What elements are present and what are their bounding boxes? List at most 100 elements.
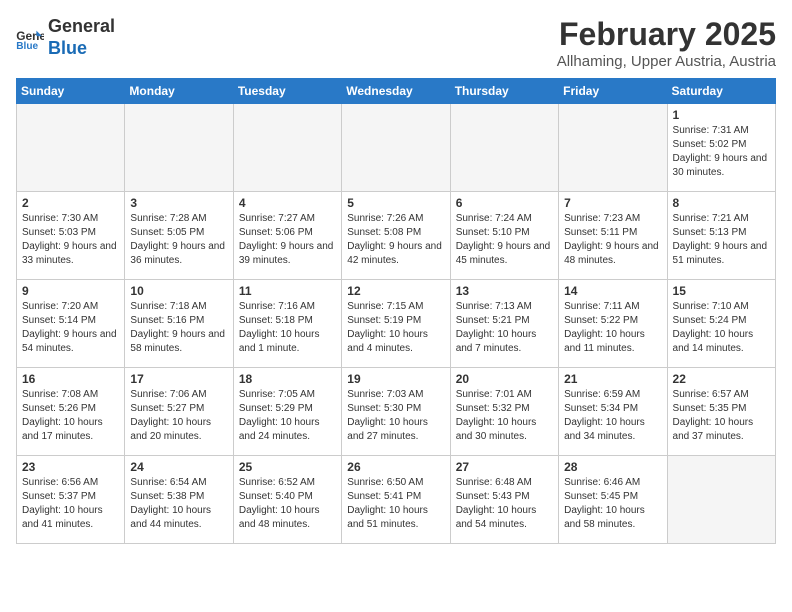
calendar-day-cell: 8 Sunrise: 7:21 AM Sunset: 5:13 PM Daylig… <box>667 192 775 280</box>
calendar-day-cell: 11 Sunrise: 7:16 AM Sunset: 5:18 PM Dayli… <box>233 280 341 368</box>
calendar-day-cell <box>667 456 775 544</box>
day-number: 5 <box>347 196 444 210</box>
day-info: Sunrise: 7:03 AM Sunset: 5:30 PM Dayligh… <box>347 388 444 444</box>
day-info: Sunrise: 7:15 AM Sunset: 5:19 PM Dayligh… <box>347 300 444 356</box>
day-number: 20 <box>456 372 553 386</box>
day-info: Sunrise: 6:50 AM Sunset: 5:41 PM Dayligh… <box>347 476 444 532</box>
day-info: Sunrise: 7:31 AM Sunset: 5:02 PM Dayligh… <box>673 124 770 180</box>
day-number: 6 <box>456 196 553 210</box>
day-number: 4 <box>239 196 336 210</box>
calendar-week-row: 1Sunrise: 7:31 AM Sunset: 5:02 PM Daylig… <box>17 104 776 192</box>
calendar-day-cell <box>559 104 667 192</box>
calendar-day-cell: 9 Sunrise: 7:20 AM Sunset: 5:14 PM Daylig… <box>17 280 125 368</box>
day-number: 14 <box>564 284 661 298</box>
day-info: Sunrise: 7:10 AM Sunset: 5:24 PM Dayligh… <box>673 300 770 356</box>
location-title: Allhaming, Upper Austria, Austria <box>557 53 776 70</box>
calendar-day-cell <box>450 104 558 192</box>
calendar-day-cell: 6 Sunrise: 7:24 AM Sunset: 5:10 PM Daylig… <box>450 192 558 280</box>
day-info: Sunrise: 7:23 AM Sunset: 5:11 PM Dayligh… <box>564 212 661 268</box>
day-info: Sunrise: 7:28 AM Sunset: 5:05 PM Dayligh… <box>130 212 227 268</box>
day-number: 11 <box>239 284 336 298</box>
day-info: Sunrise: 6:57 AM Sunset: 5:35 PM Dayligh… <box>673 388 770 444</box>
weekday-header: Wednesday <box>342 79 450 104</box>
day-info: Sunrise: 7:01 AM Sunset: 5:32 PM Dayligh… <box>456 388 553 444</box>
calendar-day-cell: 24 Sunrise: 6:54 AM Sunset: 5:38 PM Dayli… <box>125 456 233 544</box>
day-number: 7 <box>564 196 661 210</box>
day-info: Sunrise: 6:59 AM Sunset: 5:34 PM Dayligh… <box>564 388 661 444</box>
day-info: Sunrise: 7:06 AM Sunset: 5:27 PM Dayligh… <box>130 388 227 444</box>
day-number: 17 <box>130 372 227 386</box>
calendar-day-cell: 19 Sunrise: 7:03 AM Sunset: 5:30 PM Dayli… <box>342 368 450 456</box>
calendar-day-cell: 21 Sunrise: 6:59 AM Sunset: 5:34 PM Dayli… <box>559 368 667 456</box>
calendar-day-cell: 20 Sunrise: 7:01 AM Sunset: 5:32 PM Dayli… <box>450 368 558 456</box>
day-number: 19 <box>347 372 444 386</box>
day-number: 18 <box>239 372 336 386</box>
day-info: Sunrise: 7:24 AM Sunset: 5:10 PM Dayligh… <box>456 212 553 268</box>
day-number: 28 <box>564 460 661 474</box>
calendar-week-row: 2 Sunrise: 7:30 AM Sunset: 5:03 PM Daylig… <box>17 192 776 280</box>
calendar-day-cell: 5Sunrise: 7:26 AM Sunset: 5:08 PM Daylig… <box>342 192 450 280</box>
day-info: Sunrise: 7:13 AM Sunset: 5:21 PM Dayligh… <box>456 300 553 356</box>
day-info: Sunrise: 6:56 AM Sunset: 5:37 PM Dayligh… <box>22 476 119 532</box>
day-number: 16 <box>22 372 119 386</box>
calendar-day-cell: 14 Sunrise: 7:11 AM Sunset: 5:22 PM Dayli… <box>559 280 667 368</box>
logo-general: General <box>48 16 115 38</box>
calendar-day-cell: 16Sunrise: 7:08 AM Sunset: 5:26 PM Dayli… <box>17 368 125 456</box>
day-info: Sunrise: 6:54 AM Sunset: 5:38 PM Dayligh… <box>130 476 227 532</box>
page-header: General Blue General Blue February 2025 … <box>16 16 776 70</box>
logo: General Blue General Blue <box>16 16 115 59</box>
day-number: 21 <box>564 372 661 386</box>
calendar-day-cell: 23 Sunrise: 6:56 AM Sunset: 5:37 PM Dayli… <box>17 456 125 544</box>
logo-blue: Blue <box>48 38 115 60</box>
weekday-header: Thursday <box>450 79 558 104</box>
day-info: Sunrise: 6:48 AM Sunset: 5:43 PM Dayligh… <box>456 476 553 532</box>
title-block: February 2025 Allhaming, Upper Austria, … <box>557 16 776 70</box>
calendar-day-cell: 17 Sunrise: 7:06 AM Sunset: 5:27 PM Dayli… <box>125 368 233 456</box>
calendar-day-cell: 10 Sunrise: 7:18 AM Sunset: 5:16 PM Dayli… <box>125 280 233 368</box>
day-number: 25 <box>239 460 336 474</box>
day-info: Sunrise: 7:27 AM Sunset: 5:06 PM Dayligh… <box>239 212 336 268</box>
day-info: Sunrise: 7:20 AM Sunset: 5:14 PM Dayligh… <box>22 300 119 356</box>
day-info: Sunrise: 7:21 AM Sunset: 5:13 PM Dayligh… <box>673 212 770 268</box>
day-info: Sunrise: 6:52 AM Sunset: 5:40 PM Dayligh… <box>239 476 336 532</box>
calendar-day-cell: 28 Sunrise: 6:46 AM Sunset: 5:45 PM Dayli… <box>559 456 667 544</box>
day-number: 22 <box>673 372 770 386</box>
svg-text:Blue: Blue <box>16 41 38 49</box>
day-number: 10 <box>130 284 227 298</box>
calendar-day-cell: 2 Sunrise: 7:30 AM Sunset: 5:03 PM Daylig… <box>17 192 125 280</box>
day-number: 13 <box>456 284 553 298</box>
day-number: 27 <box>456 460 553 474</box>
logo-icon: General Blue <box>16 27 44 49</box>
calendar-day-cell <box>17 104 125 192</box>
calendar-day-cell: 4 Sunrise: 7:27 AM Sunset: 5:06 PM Daylig… <box>233 192 341 280</box>
day-number: 8 <box>673 196 770 210</box>
weekday-header-row: SundayMondayTuesdayWednesdayThursdayFrid… <box>17 79 776 104</box>
day-info: Sunrise: 7:30 AM Sunset: 5:03 PM Dayligh… <box>22 212 119 268</box>
calendar-day-cell <box>233 104 341 192</box>
weekday-header: Monday <box>125 79 233 104</box>
weekday-header: Tuesday <box>233 79 341 104</box>
calendar-day-cell <box>125 104 233 192</box>
calendar-day-cell: 25 Sunrise: 6:52 AM Sunset: 5:40 PM Dayli… <box>233 456 341 544</box>
weekday-header: Saturday <box>667 79 775 104</box>
day-info: Sunrise: 7:18 AM Sunset: 5:16 PM Dayligh… <box>130 300 227 356</box>
calendar-day-cell: 13 Sunrise: 7:13 AM Sunset: 5:21 PM Dayli… <box>450 280 558 368</box>
calendar-week-row: 23 Sunrise: 6:56 AM Sunset: 5:37 PM Dayli… <box>17 456 776 544</box>
calendar-day-cell: 3Sunrise: 7:28 AM Sunset: 5:05 PM Daylig… <box>125 192 233 280</box>
calendar-day-cell: 27 Sunrise: 6:48 AM Sunset: 5:43 PM Dayli… <box>450 456 558 544</box>
day-number: 24 <box>130 460 227 474</box>
day-number: 12 <box>347 284 444 298</box>
day-info: Sunrise: 6:46 AM Sunset: 5:45 PM Dayligh… <box>564 476 661 532</box>
calendar-day-cell: 26 Sunrise: 6:50 AM Sunset: 5:41 PM Dayli… <box>342 456 450 544</box>
calendar-day-cell: 12 Sunrise: 7:15 AM Sunset: 5:19 PM Dayli… <box>342 280 450 368</box>
day-number: 26 <box>347 460 444 474</box>
day-number: 9 <box>22 284 119 298</box>
day-info: Sunrise: 7:11 AM Sunset: 5:22 PM Dayligh… <box>564 300 661 356</box>
day-info: Sunrise: 7:16 AM Sunset: 5:18 PM Dayligh… <box>239 300 336 356</box>
calendar-day-cell: 7 Sunrise: 7:23 AM Sunset: 5:11 PM Daylig… <box>559 192 667 280</box>
calendar-day-cell: 1Sunrise: 7:31 AM Sunset: 5:02 PM Daylig… <box>667 104 775 192</box>
weekday-header: Friday <box>559 79 667 104</box>
day-number: 2 <box>22 196 119 210</box>
day-number: 23 <box>22 460 119 474</box>
month-title: February 2025 <box>557 16 776 53</box>
